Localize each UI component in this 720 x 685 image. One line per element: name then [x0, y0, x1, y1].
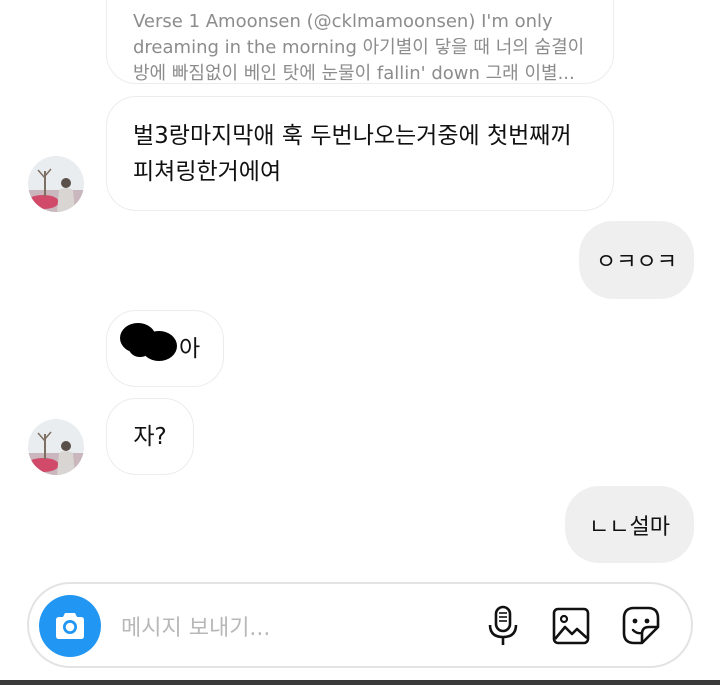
quoted-line-3: 방에 빠짐없이 베인 탓에 눈물이 fallin' down 그래 이별... [133, 63, 575, 84]
incoming-message-bubble[interactable]: 벌3랑마지막애 훅 두번나오는거중에 첫번째꺼 피쳐링한거에여 [106, 96, 614, 211]
avatar[interactable] [28, 419, 84, 475]
incoming-message-bubble[interactable]: 자? [106, 398, 194, 475]
message-text: 자? [133, 423, 167, 450]
message-text: 아 [179, 336, 201, 362]
camera-icon [56, 613, 84, 639]
sticker-button[interactable] [619, 604, 663, 648]
quoted-line-2: dreaming in the morning 아기별이 닿을 때 너의 숨결이 [133, 37, 585, 58]
camera-button[interactable] [39, 595, 101, 657]
outgoing-message-bubble[interactable]: ㅇㅋㅇㅋ [579, 221, 694, 299]
message-line-1: 벌3랑마지막애 훅 두번나오는거중에 첫번째꺼 [133, 123, 572, 149]
message-composer: 메시지 보내기... [27, 582, 693, 668]
gallery-button[interactable] [549, 604, 593, 648]
avatar[interactable] [28, 156, 84, 212]
gallery-icon [552, 607, 590, 645]
quoted-line-1: Verse 1 Amoonsen (@cklmamoonsen) I'm onl… [133, 11, 553, 32]
sticker-icon [622, 606, 660, 645]
incoming-message-bubble[interactable]: 아 [106, 310, 224, 387]
message-text: ㄴㄴ설마 [589, 514, 670, 540]
outgoing-message-bubble[interactable]: ㄴㄴ설마 [565, 486, 694, 563]
censored-scribble [129, 339, 151, 357]
message-line-2: 피쳐링한거에여 [133, 159, 282, 185]
bottom-divider [0, 680, 720, 685]
message-input[interactable]: 메시지 보내기... [121, 610, 270, 642]
quoted-message-bubble[interactable]: Verse 1 Amoonsen (@cklmamoonsen) I'm onl… [106, 0, 614, 84]
microphone-button[interactable] [481, 604, 525, 648]
microphone-icon [488, 605, 518, 645]
message-text: ㅇㅋㅇㅋ [596, 250, 677, 275]
